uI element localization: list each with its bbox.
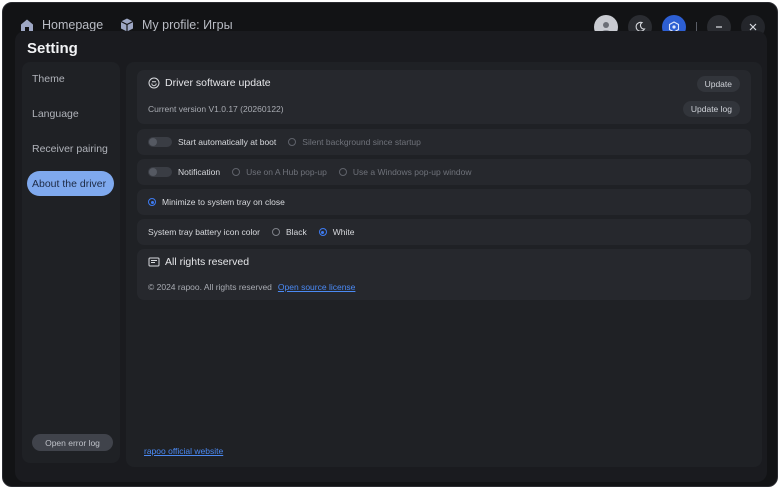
icon-color-row: System tray battery icon color Black Whi… <box>148 219 355 245</box>
sidebar-item-language[interactable]: Language <box>27 101 114 126</box>
open-error-log-button[interactable]: Open error log <box>32 434 113 451</box>
update-log-button[interactable]: Update log <box>682 101 740 117</box>
silent-startup-label: Silent background since startup <box>302 137 421 147</box>
hub-popup-label: Use on A Hub pop-up <box>246 167 327 177</box>
sidebar-item-receiver-pairing[interactable]: Receiver pairing <box>27 136 114 161</box>
icon-color-label: System tray battery icon color <box>148 227 260 237</box>
radio-checked-icon <box>318 228 327 236</box>
app-window: Homepage My profile: Игры Setting Theme … <box>2 2 778 487</box>
radio-icon <box>288 138 297 146</box>
dialog-title: Setting <box>27 40 78 57</box>
official-website-link[interactable]: rapoo official website <box>144 446 223 456</box>
radio-icon <box>232 168 241 176</box>
radio-icon <box>271 228 280 236</box>
driver-update-card: Driver software update Update Current ve… <box>137 70 751 124</box>
driver-update-title: Driver software update <box>165 77 271 89</box>
sidebar-item-theme[interactable]: Theme <box>27 66 114 91</box>
notification-row: Notification Use on A Hub pop-up Use a W… <box>148 159 471 185</box>
startup-toggle[interactable] <box>148 137 172 147</box>
document-icon <box>148 257 160 267</box>
copyright-text: © 2024 rapoo. All rights reserved <box>148 282 272 292</box>
driver-update-header: Driver software update <box>148 77 271 89</box>
black-label: Black <box>285 227 307 237</box>
rights-title: All rights reserved <box>165 256 250 268</box>
current-version-text: Current version V1.0.17 (20260122) <box>148 104 284 114</box>
white-label: White <box>332 227 355 237</box>
black-option[interactable]: Black <box>271 227 307 237</box>
update-icon <box>148 77 160 89</box>
startup-label: Start automatically at boot <box>178 137 277 147</box>
radio-icon <box>338 168 347 176</box>
tray-card: Minimize to system tray on close <box>137 189 751 215</box>
startup-card: Start automatically at boot Silent backg… <box>137 129 751 155</box>
white-option[interactable]: White <box>318 227 355 237</box>
silent-startup-option[interactable]: Silent background since startup <box>288 137 421 147</box>
radio-checked-icon <box>148 198 156 206</box>
homepage-label: Homepage <box>42 18 104 32</box>
minimize-tray-label: Minimize to system tray on close <box>162 197 285 207</box>
update-button[interactable]: Update <box>696 76 740 92</box>
notification-toggle[interactable] <box>148 167 172 177</box>
windows-popup-label: Use a Windows pop-up window <box>352 167 472 177</box>
startup-row: Start automatically at boot Silent backg… <box>148 129 421 155</box>
profile-label: My profile: Игры <box>142 18 233 32</box>
rights-header: All rights reserved <box>148 256 249 268</box>
sidebar-item-about-driver[interactable]: About the driver <box>27 171 114 196</box>
notification-label: Notification <box>178 167 221 177</box>
rights-card: All rights reserved © 2024 rapoo. All ri… <box>137 249 751 300</box>
copyright-row: © 2024 rapoo. All rights reserved Open s… <box>148 282 355 292</box>
icon-color-card: System tray battery icon color Black Whi… <box>137 219 751 245</box>
hub-popup-option[interactable]: Use on A Hub pop-up <box>232 167 327 177</box>
minimize-tray-option[interactable]: Minimize to system tray on close <box>148 189 285 215</box>
settings-sidebar: Theme Language Receiver pairing About th… <box>22 62 120 463</box>
settings-content: Driver software update Update Current ve… <box>126 62 762 467</box>
open-source-license-link[interactable]: Open source license <box>278 282 356 292</box>
setting-dialog: Setting Theme Language Receiver pairing … <box>15 31 767 482</box>
notification-card: Notification Use on A Hub pop-up Use a W… <box>137 159 751 185</box>
windows-popup-option[interactable]: Use a Windows pop-up window <box>338 167 472 177</box>
